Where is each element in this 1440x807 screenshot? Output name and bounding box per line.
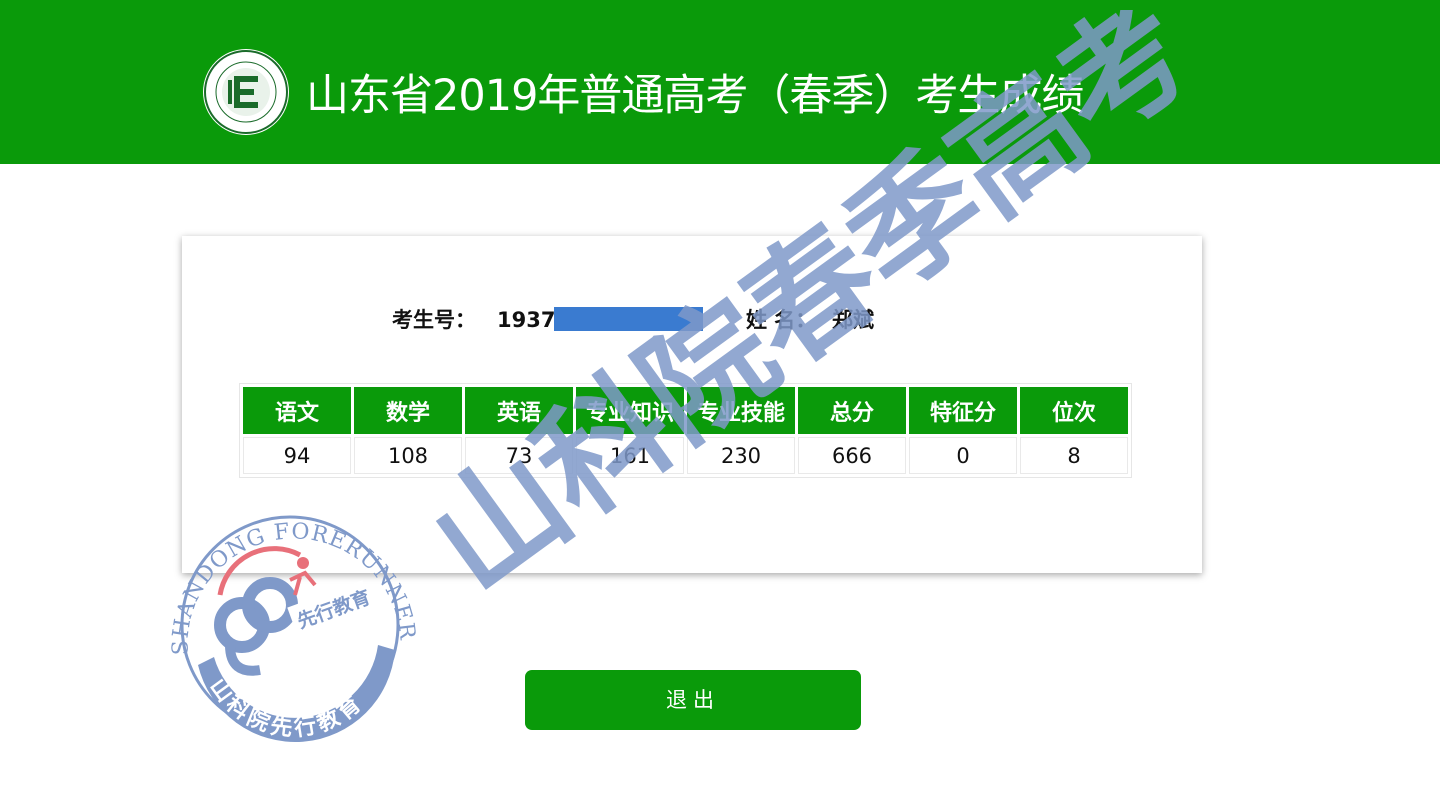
header-bar: 山东省2019年普通高考（春季）考生成绩 [0,0,1440,164]
header-feature-score: 特征分 [909,387,1017,434]
table-row: 94 108 73 161 230 666 0 8 [243,437,1128,474]
score-chinese: 94 [243,437,351,474]
header-chinese: 语文 [243,387,351,434]
stamp-brand: 先行教育 [294,586,373,634]
education-e-logo-icon [203,49,289,135]
score-table: 语文 数学 英语 专业知识 专业技能 总分 特征分 位次 94 108 73 1… [239,383,1132,478]
stamp-bottom-text: 山科院先行教育 [204,674,369,742]
score-total: 666 [798,437,906,474]
header-professional-knowledge: 专业知识 [576,387,684,434]
score-page: 山东省2019年普通高考（春季）考生成绩 考生号： 1937 姓 名： 郑斌 语… [0,0,1440,807]
header-professional-skill: 专业技能 [687,387,795,434]
page-title: 山东省2019年普通高考（春季）考生成绩 [306,71,1084,121]
candidate-name-value: 郑斌 [832,308,874,332]
score-feature: 0 [909,437,1017,474]
header-math: 数学 [354,387,462,434]
score-professional-knowledge: 161 [576,437,684,474]
header-total: 总分 [798,387,906,434]
header-english: 英语 [465,387,573,434]
score-math: 108 [354,437,462,474]
score-table-header-row: 语文 数学 英语 专业知识 专业技能 总分 特征分 位次 [243,387,1128,434]
candidate-id-label: 考生号： [392,308,476,332]
score-professional-skill: 230 [687,437,795,474]
header-rank: 位次 [1020,387,1128,434]
exit-button[interactable]: 退出 [525,670,861,730]
candidate-id-value: 1937 [497,308,556,332]
redaction-mark [554,307,703,331]
score-english: 73 [465,437,573,474]
score-rank: 8 [1020,437,1128,474]
candidate-name-label: 姓 名： [746,308,817,332]
